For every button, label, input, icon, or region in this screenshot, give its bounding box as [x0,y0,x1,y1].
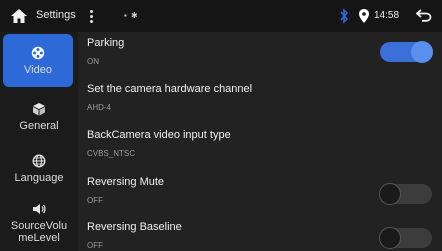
app-title: Settings [36,9,76,21]
sidebar-item-label: Video [24,63,52,76]
sidebar-item-video[interactable]: Video [3,34,73,87]
parking-toggle[interactable] [380,41,433,63]
setting-title: BackCamera video input type [87,129,231,141]
speaker-icon [33,203,46,214]
home-icon[interactable] [10,8,28,24]
sidebar-item-label: Language [14,171,64,184]
setting-row-parking[interactable]: Parking ON [78,32,442,79]
setting-title: Parking [87,37,125,49]
status-indicator: ▪ ✱ [124,11,139,20]
sidebar-item-sourcevolumelevel[interactable]: SourceVolumeLevel [0,196,78,249]
sidebar-item-label: General [19,119,59,132]
sidebar-item-label: SourceVolumeLevel [10,219,68,244]
toggle-knob [379,183,401,205]
settings-screen: Settings ▪ ✱ 14:58 Video General Languag… [0,0,442,251]
globe-icon [32,154,46,167]
setting-value: CVBS_NTSC [87,149,136,158]
setting-row-camera-channel[interactable]: Set the camera hardware channel AHD-4 [78,78,442,125]
setting-value: ON [87,57,99,66]
settings-list: Parking ON Set the camera hardware chann… [78,32,442,251]
setting-value: AHD-4 [87,103,112,112]
box-icon [33,102,45,115]
setting-row-reversing-mute[interactable]: Reversing Mute OFF [78,171,442,218]
bluetooth-icon [340,8,349,24]
sidebar-item-language[interactable]: Language [0,142,78,195]
setting-value: OFF [87,241,103,250]
setting-title: Reversing Baseline [87,221,182,233]
reversing-mute-toggle[interactable] [379,183,432,205]
setting-row-reversing-baseline[interactable]: Reversing Baseline OFF [78,216,442,251]
clock: 14:58 [374,10,400,21]
setting-title: Reversing Mute [87,176,165,188]
toggle-knob [379,227,401,249]
location-pin-icon [359,9,369,23]
back-icon[interactable] [416,8,432,22]
reversing-baseline-toggle[interactable] [379,227,432,249]
setting-title: Set the camera hardware channel [87,83,253,95]
more-menu-icon[interactable] [89,9,93,23]
setting-row-backcamera-input[interactable]: BackCamera video input type CVBS_NTSC [78,124,442,171]
sidebar: Video General Language SourceVolumeLevel [0,32,78,251]
status-bar: Settings ▪ ✱ 14:58 [0,0,442,32]
toggle-knob [411,41,433,63]
setting-value: OFF [87,196,103,205]
video-reel-icon [31,46,45,59]
sidebar-item-general[interactable]: General [0,90,78,143]
